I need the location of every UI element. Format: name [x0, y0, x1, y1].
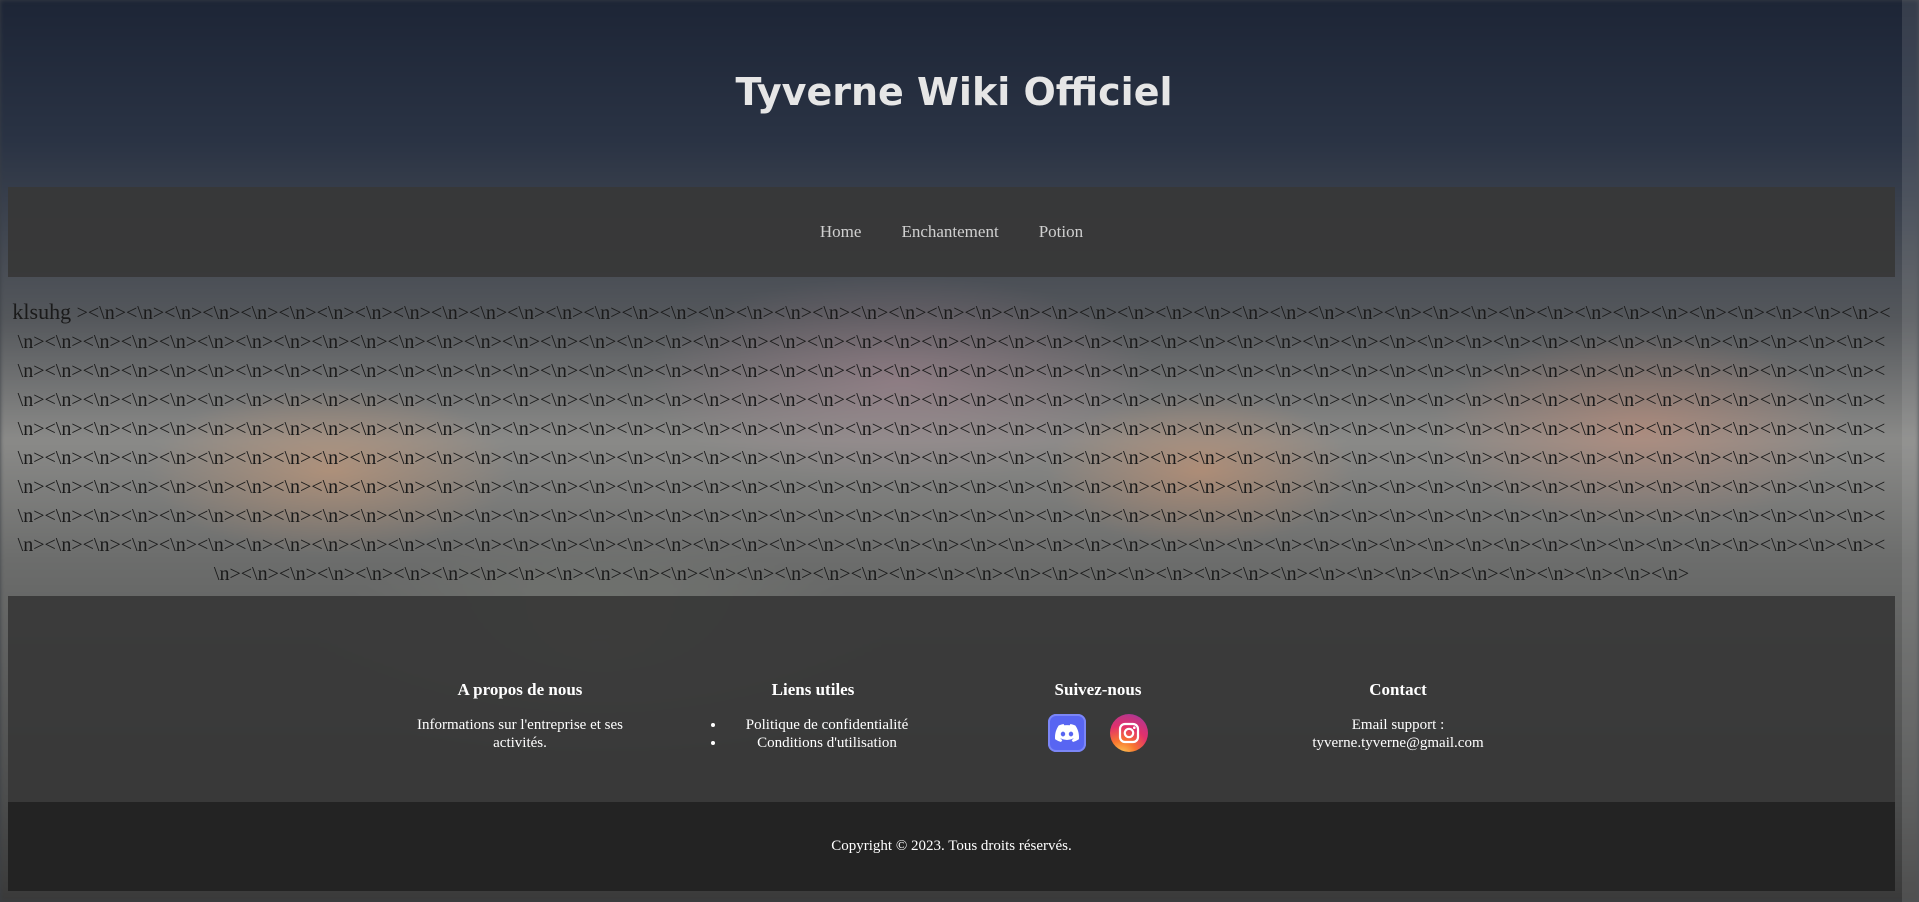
footer-contact-text: Email support : tyverne.tyverne@gmail.co… [1312, 717, 1484, 751]
footer-about-section: A propos de nous Informations sur l'entr… [400, 680, 640, 752]
footer-social-section: Suivez-nous [1008, 680, 1188, 752]
discord-logo [1055, 724, 1079, 742]
footer-link-item: Politique de confidentialité [726, 716, 928, 734]
instagram-icon[interactable] [1110, 714, 1148, 752]
social-icons [1008, 714, 1188, 752]
terms-of-use-link[interactable]: Conditions d'utilisation [757, 735, 897, 751]
copyright-text: Copyright © 2023. Tous droits réservés. [831, 838, 1072, 854]
footer-links-list: Politique de confidentialité Conditions … [698, 716, 928, 752]
copyright-bar: Copyright © 2023. Tous droits réservés. [8, 802, 1895, 891]
footer-links-title: Liens utiles [771, 680, 855, 699]
footer-about-text: Informations sur l'entreprise et ses act… [417, 717, 623, 751]
main-navigation: Home Enchantement Potion [8, 187, 1895, 277]
footer-about-title: A propos de nous [457, 680, 583, 699]
footer-link-item: Conditions d'utilisation [726, 734, 928, 752]
footer-contact-title: Contact [1369, 680, 1427, 699]
nav-link-enchantement[interactable]: Enchantement [901, 222, 998, 242]
main-content: klsuhg ><\n><\n><\n><\n><\n><\n><\n><\n>… [10, 298, 1893, 588]
footer-contact-section: Contact Email support : tyverne.tyverne@… [1278, 680, 1518, 752]
content-lead-text: klsuhg [12, 299, 72, 324]
privacy-policy-link[interactable]: Politique de confidentialité [746, 717, 908, 733]
nav-link-home[interactable]: Home [820, 222, 862, 242]
site-title: Tyverne Wiki Officiel [735, 70, 1173, 114]
discord-icon[interactable] [1048, 714, 1086, 752]
footer-links-section: Liens utiles Politique de confidentialit… [698, 680, 928, 752]
content-body-text: ><\n><\n><\n><\n><\n><\n><\n><\n><\n><\n… [17, 302, 1891, 585]
footer-social-title: Suivez-nous [1054, 680, 1142, 699]
instagram-logo [1118, 722, 1140, 744]
site-header: Tyverne Wiki Officiel [0, 0, 1902, 187]
site-footer: A propos de nous Informations sur l'entr… [8, 596, 1895, 802]
nav-link-potion[interactable]: Potion [1039, 222, 1083, 242]
page-scrollbar[interactable] [1902, 0, 1919, 902]
